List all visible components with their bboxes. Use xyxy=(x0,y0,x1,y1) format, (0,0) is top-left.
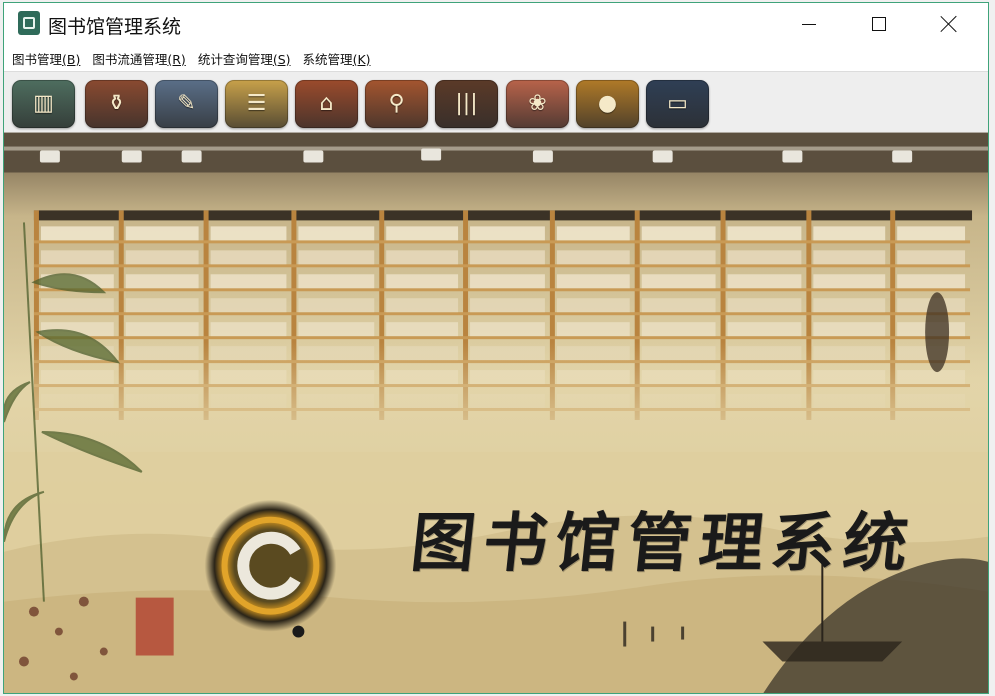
toolbar-button-6[interactable]: ⚲ xyxy=(365,80,428,128)
menu-book-management[interactable]: 图书管理(B) xyxy=(12,49,80,68)
thread-bound-book-icon: ☰ xyxy=(246,91,267,116)
toolbar-button-4[interactable]: ☰ xyxy=(225,80,288,128)
menu-circulation-management[interactable]: 图书流通管理(R) xyxy=(92,49,185,68)
main-background: 图书馆管理系统 xyxy=(4,132,988,693)
toolbar-button-3[interactable]: ✎ xyxy=(155,80,218,128)
maximize-button[interactable] xyxy=(844,3,914,45)
paper-cut-icon: ❀ xyxy=(528,91,547,116)
banner-title: 图书馆管理系统 xyxy=(407,506,920,581)
close-icon xyxy=(940,15,958,33)
minimize-button[interactable] xyxy=(774,3,844,45)
menu-bar: 图书管理(B) 图书流通管理(R) 统计查询管理(S) 系统管理(K) xyxy=(4,45,988,71)
seal-box-icon: ▭ xyxy=(667,91,688,116)
toolbar-button-10[interactable]: ▭ xyxy=(646,80,709,128)
bookshelf-icon: ▥ xyxy=(33,91,54,116)
inkstone-icon: ● xyxy=(597,91,618,116)
app-icon xyxy=(18,11,40,35)
title-bar[interactable]: 图书馆管理系统 xyxy=(4,3,988,45)
bamboo-slips-icon: ||| xyxy=(455,91,478,116)
toolbar-button-2[interactable]: ⚱ xyxy=(85,80,148,128)
scholar-hat-icon: ⌂ xyxy=(319,91,334,116)
magnifier-icon: ⚲ xyxy=(388,91,405,116)
bookstore-ink-painting-background xyxy=(4,132,988,693)
toolbar-button-7[interactable]: ||| xyxy=(435,80,498,128)
menu-system-management[interactable]: 系统管理(K) xyxy=(303,49,371,68)
main-window: 图书馆管理系统 图书管理(B) 图书流通管理(R) 统计查询管理(S) 系统管理… xyxy=(3,2,989,694)
toolbar-button-5[interactable]: ⌂ xyxy=(295,80,358,128)
toolbar-button-8[interactable]: ❀ xyxy=(506,80,569,128)
toolbar-button-9[interactable]: ● xyxy=(576,80,639,128)
minimize-icon xyxy=(802,23,816,25)
menu-statistics-query[interactable]: 统计查询管理(S) xyxy=(198,49,291,68)
scroll-brush-icon: ✎ xyxy=(177,91,196,116)
close-button[interactable] xyxy=(914,3,984,45)
window-title: 图书馆管理系统 xyxy=(48,16,182,38)
maximize-icon xyxy=(872,17,886,31)
brush-pot-icon: ⚱ xyxy=(107,91,126,116)
toolbar: ▥ ⚱ ✎ ☰ ⌂ ⚲ ||| ❀ ● ▭ xyxy=(4,71,988,132)
toolbar-button-1[interactable]: ▥ xyxy=(12,80,75,128)
